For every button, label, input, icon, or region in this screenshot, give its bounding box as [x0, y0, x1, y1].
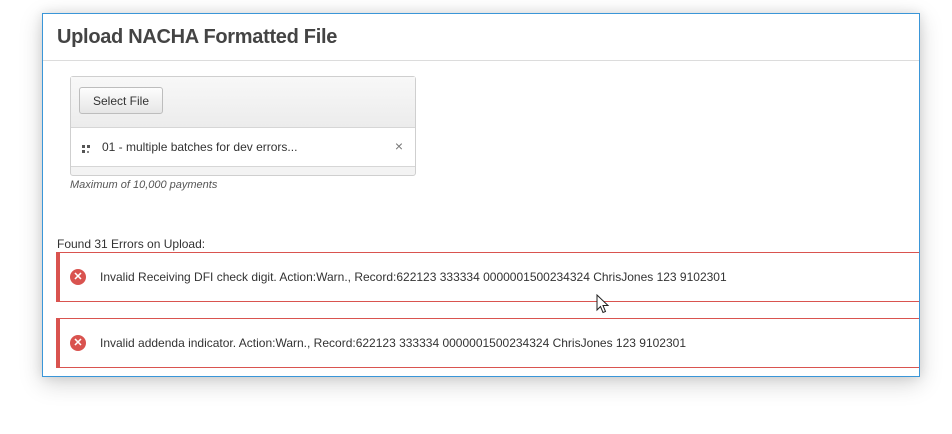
error-message-text: Invalid addenda indicator. Action:Warn.,…	[100, 336, 687, 350]
selected-file-row: 01 - multiple batches for dev errors... …	[71, 128, 415, 167]
error-circle-icon: ✕	[70, 269, 86, 285]
max-payments-note: Maximum of 10,000 payments	[70, 179, 218, 191]
title-bar: Upload NACHA Formatted File	[43, 14, 919, 61]
select-file-button[interactable]: Select File	[79, 87, 164, 114]
close-icon[interactable]: ×	[395, 138, 403, 154]
error-message: ✕ Invalid addenda indicator. Action:Warn…	[56, 318, 919, 368]
error-message: ✕ Invalid Receiving DFI check digit. Act…	[56, 252, 919, 302]
error-message-text: Invalid Receiving DFI check digit. Actio…	[100, 270, 727, 284]
selected-file-name: 01 - multiple batches for dev errors...	[102, 140, 298, 154]
page-title: Upload NACHA Formatted File	[57, 25, 338, 48]
errors-heading: Found 31 Errors on Upload:	[57, 237, 206, 251]
upload-header: Select File	[71, 77, 415, 128]
error-circle-icon: ✕	[70, 335, 86, 351]
file-upload-widget: Select File 01 - multiple batches for de…	[70, 76, 416, 176]
upload-panel: Upload NACHA Formatted File Select File …	[42, 13, 920, 377]
mouse-pointer-icon	[596, 294, 610, 314]
file-icon	[82, 142, 92, 153]
